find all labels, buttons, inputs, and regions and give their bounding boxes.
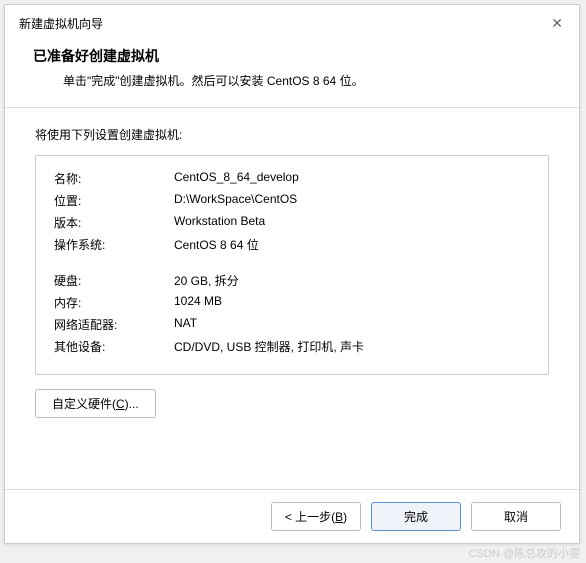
settings-row: 内存: 1024 MB (54, 294, 530, 311)
settings-val: NAT (174, 316, 197, 333)
close-icon[interactable]: ✕ (545, 13, 569, 34)
settings-box: 名称: CentOS_8_64_develop 位置: D:\WorkSpace… (35, 155, 549, 375)
wizard-dialog: 新建虚拟机向导 ✕ 已准备好创建虚拟机 单击"完成"创建虚拟机。然后可以安装 C… (4, 4, 580, 544)
settings-key: 位置: (54, 192, 174, 209)
settings-label: 将使用下列设置创建虚拟机: (35, 126, 549, 143)
settings-row: 操作系统: CentOS 8 64 位 (54, 236, 530, 253)
settings-row: 其他设备: CD/DVD, USB 控制器, 打印机, 声卡 (54, 338, 530, 355)
settings-row: 位置: D:\WorkSpace\CentOS (54, 192, 530, 209)
settings-val: CD/DVD, USB 控制器, 打印机, 声卡 (174, 338, 364, 355)
settings-val: 20 GB, 拆分 (174, 272, 239, 289)
back-button[interactable]: < 上一步(B) (271, 502, 361, 531)
settings-key: 版本: (54, 214, 174, 231)
settings-val: Workstation Beta (174, 214, 265, 231)
settings-val: D:\WorkSpace\CentOS (174, 192, 297, 209)
settings-row: 网络适配器: NAT (54, 316, 530, 333)
window-title: 新建虚拟机向导 (19, 15, 103, 32)
settings-val: CentOS_8_64_develop (174, 170, 299, 187)
settings-val: CentOS 8 64 位 (174, 236, 259, 253)
settings-row: 硬盘: 20 GB, 拆分 (54, 272, 530, 289)
header: 已准备好创建虚拟机 单击"完成"创建虚拟机。然后可以安装 CentOS 8 64… (5, 40, 579, 107)
content-area: 将使用下列设置创建虚拟机: 名称: CentOS_8_64_develop 位置… (5, 108, 579, 428)
footer: < 上一步(B) 完成 取消 (5, 489, 579, 543)
settings-key: 硬盘: (54, 272, 174, 289)
settings-key: 操作系统: (54, 236, 174, 253)
settings-row: 版本: Workstation Beta (54, 214, 530, 231)
customize-hardware-button[interactable]: 自定义硬件(C)... (35, 389, 156, 418)
settings-key: 其他设备: (54, 338, 174, 355)
header-title: 已准备好创建虚拟机 (33, 46, 551, 66)
settings-row: 名称: CentOS_8_64_develop (54, 170, 530, 187)
settings-val: 1024 MB (174, 294, 222, 311)
settings-key: 网络适配器: (54, 316, 174, 333)
finish-button[interactable]: 完成 (371, 502, 461, 531)
settings-key: 内存: (54, 294, 174, 311)
settings-key: 名称: (54, 170, 174, 187)
customize-row: 自定义硬件(C)... (35, 389, 549, 418)
header-subtitle: 单击"完成"创建虚拟机。然后可以安装 CentOS 8 64 位。 (33, 72, 551, 89)
titlebar: 新建虚拟机向导 ✕ (5, 5, 579, 40)
cancel-button[interactable]: 取消 (471, 502, 561, 531)
